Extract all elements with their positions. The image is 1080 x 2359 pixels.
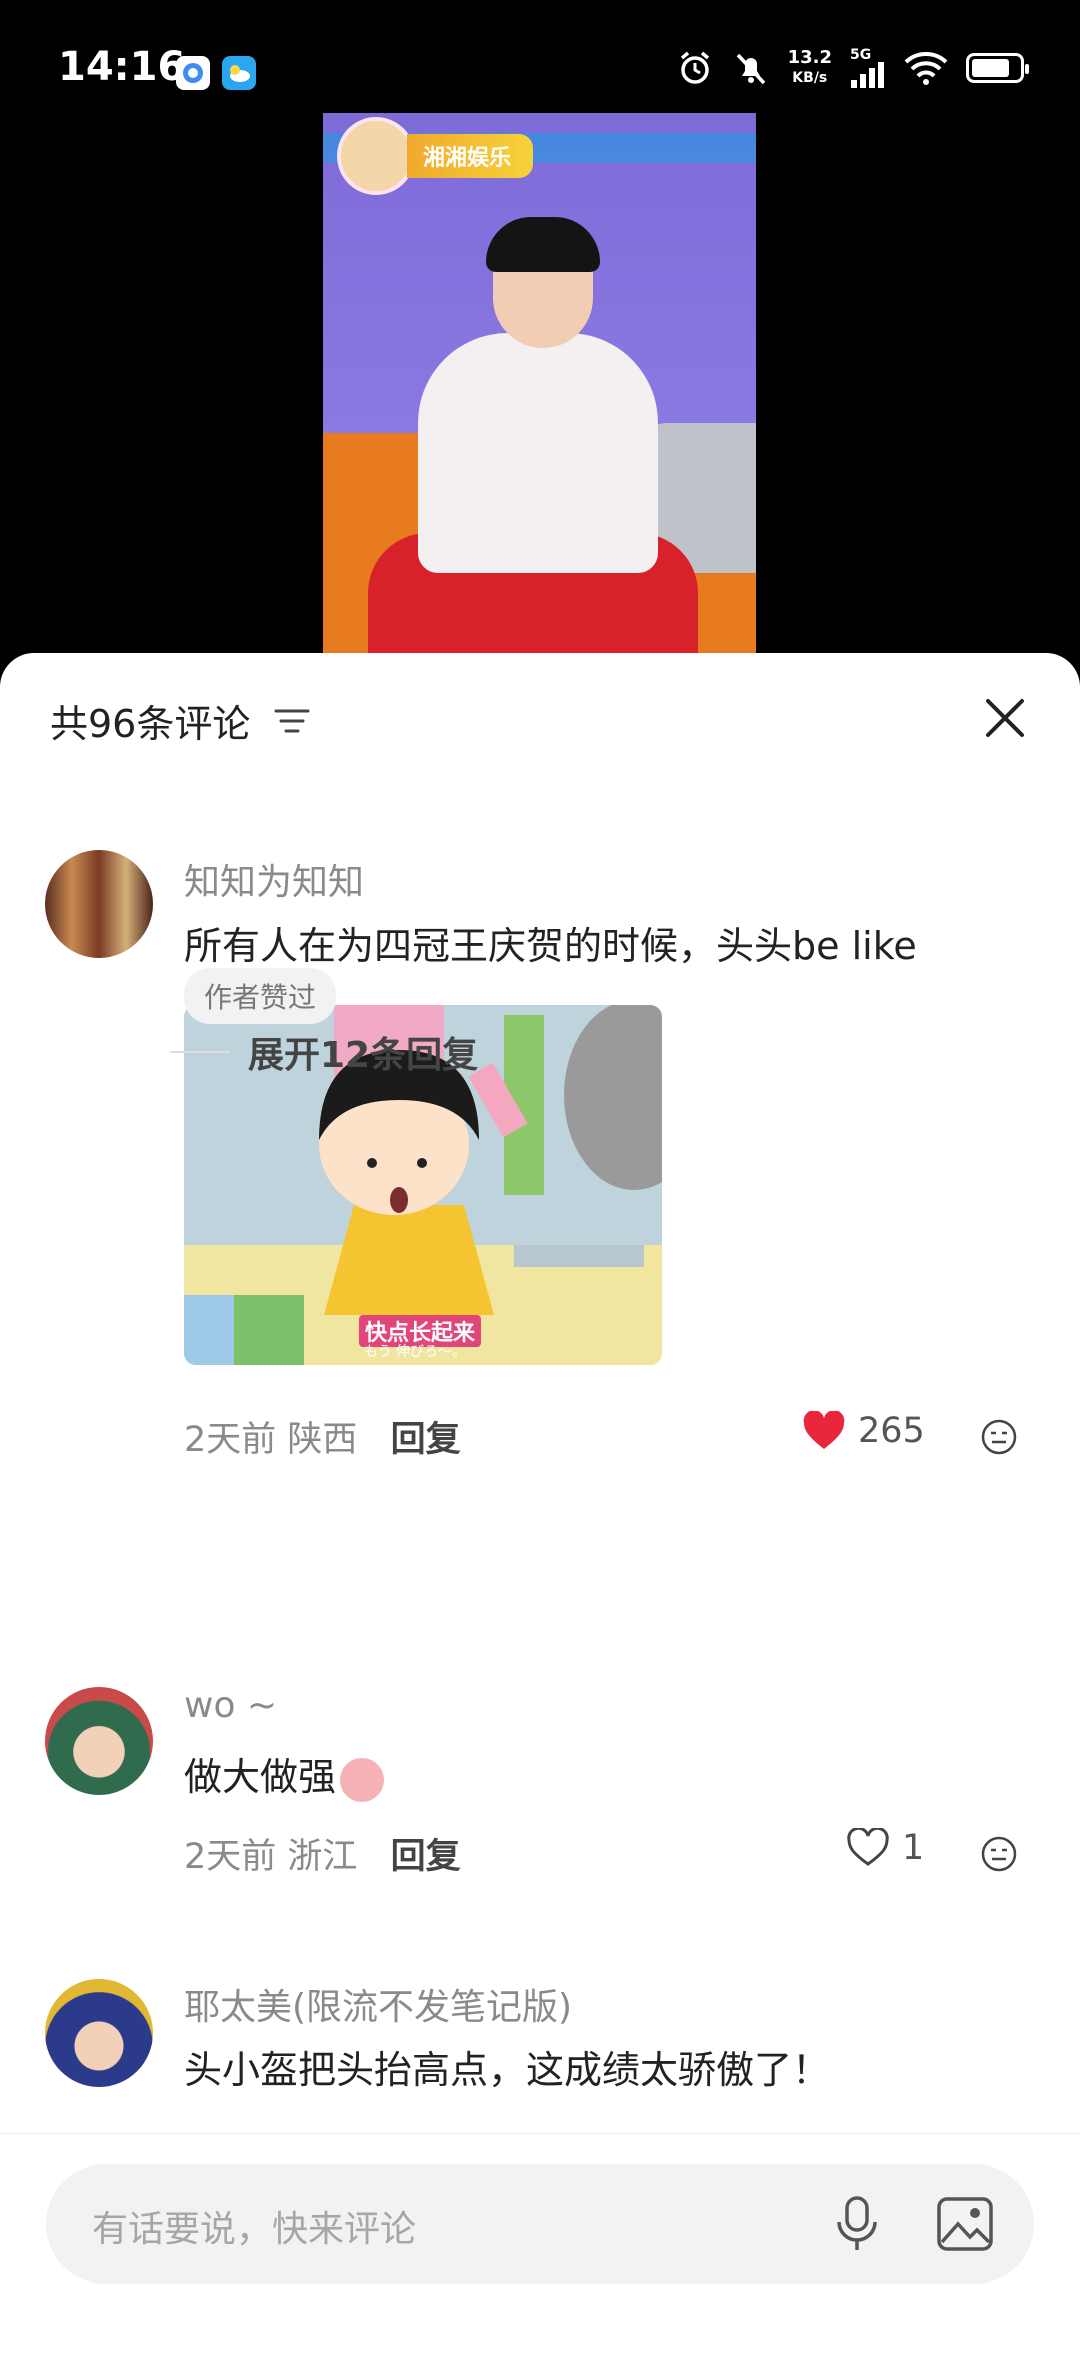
network-type: 5G (850, 47, 872, 63)
comment-input[interactable]: 有话要说，快来评论 (46, 2164, 1034, 2284)
comment-author[interactable]: wo ~ (184, 1685, 277, 1726)
comment-text: 做大做强 (184, 1746, 385, 1802)
like-count: 1 (902, 1828, 925, 1868)
net-speed: 13.2 KB/s (787, 47, 832, 87)
status-time: 14:16 (58, 44, 186, 90)
pig-sticker-icon (340, 1757, 385, 1802)
comment-time: 2天前 (184, 1420, 277, 1460)
like-count: 265 (858, 1411, 925, 1451)
channel-badge[interactable]: 湘湘娱乐 (337, 117, 534, 195)
message-app-icon (176, 56, 210, 90)
image-picker-icon[interactable] (936, 2196, 994, 2252)
alarm-icon (680, 51, 709, 84)
mute-icon (736, 53, 765, 85)
like-button[interactable]: 265 (802, 1411, 925, 1451)
expand-replies-button[interactable]: 展开12条回复 (170, 1026, 478, 1078)
emoji-reaction-icon[interactable] (980, 1418, 1018, 1456)
video-player[interactable]: 湘湘娱乐 (323, 113, 756, 653)
close-icon[interactable] (980, 693, 1030, 743)
status-bar: 14:16 13.2 KB/s 5G (0, 0, 1080, 110)
comment-location: 陕西 (287, 1420, 358, 1460)
weather-app-icon (222, 56, 256, 90)
avatar[interactable] (45, 850, 153, 958)
comment-text: 头小盔把头抬高点，这成绩太骄傲了！ (184, 2048, 831, 2092)
comment-meta: 2天前 陕西 回复 (184, 1411, 461, 1462)
like-button[interactable]: 1 (846, 1828, 924, 1868)
reply-button[interactable]: 回复 (391, 1837, 461, 1877)
microphone-icon[interactable] (832, 2194, 882, 2254)
avatar[interactable] (45, 1687, 153, 1795)
comments-panel: 共96条评论 知知为知知 所有人在为四冠王庆贺的时候，头头be like 快点长… (0, 653, 1080, 2358)
comment-text: 所有人在为四冠王庆贺的时候，头头be like (184, 924, 917, 968)
expand-replies-label: 展开12条回复 (248, 1035, 479, 1076)
battery-icon (966, 53, 1029, 83)
comment-time: 2天前 (184, 1837, 277, 1877)
comment-location: 浙江 (287, 1837, 358, 1877)
heart-outline-icon (847, 1828, 889, 1866)
emoji-reaction-icon[interactable] (980, 1835, 1018, 1873)
comment-author[interactable]: 知知为知知 (184, 853, 364, 905)
wifi-icon (904, 52, 948, 85)
heart-filled-icon (803, 1411, 845, 1449)
avatar[interactable] (45, 1979, 153, 2087)
comment-input-bar: 有话要说，快来评论 (0, 2133, 1080, 2359)
comments-count-title: 共96条评论 (50, 702, 251, 746)
channel-avatar (337, 117, 415, 195)
sort-filter-icon[interactable] (274, 706, 310, 736)
channel-name: 湘湘娱乐 (407, 134, 534, 178)
comment-input-placeholder: 有话要说，快来评论 (92, 2209, 417, 2250)
signal-icon (851, 62, 884, 88)
reply-button[interactable]: 回复 (391, 1420, 461, 1460)
comment-meta: 2天前 浙江 回复 (184, 1828, 461, 1879)
comment-author[interactable]: 耶太美(限流不发笔记版) (184, 1978, 572, 2030)
meme-subcaption: もう 伸びろ〜。 (364, 1344, 467, 1360)
author-liked-badge: 作者赞过 (184, 968, 337, 1024)
